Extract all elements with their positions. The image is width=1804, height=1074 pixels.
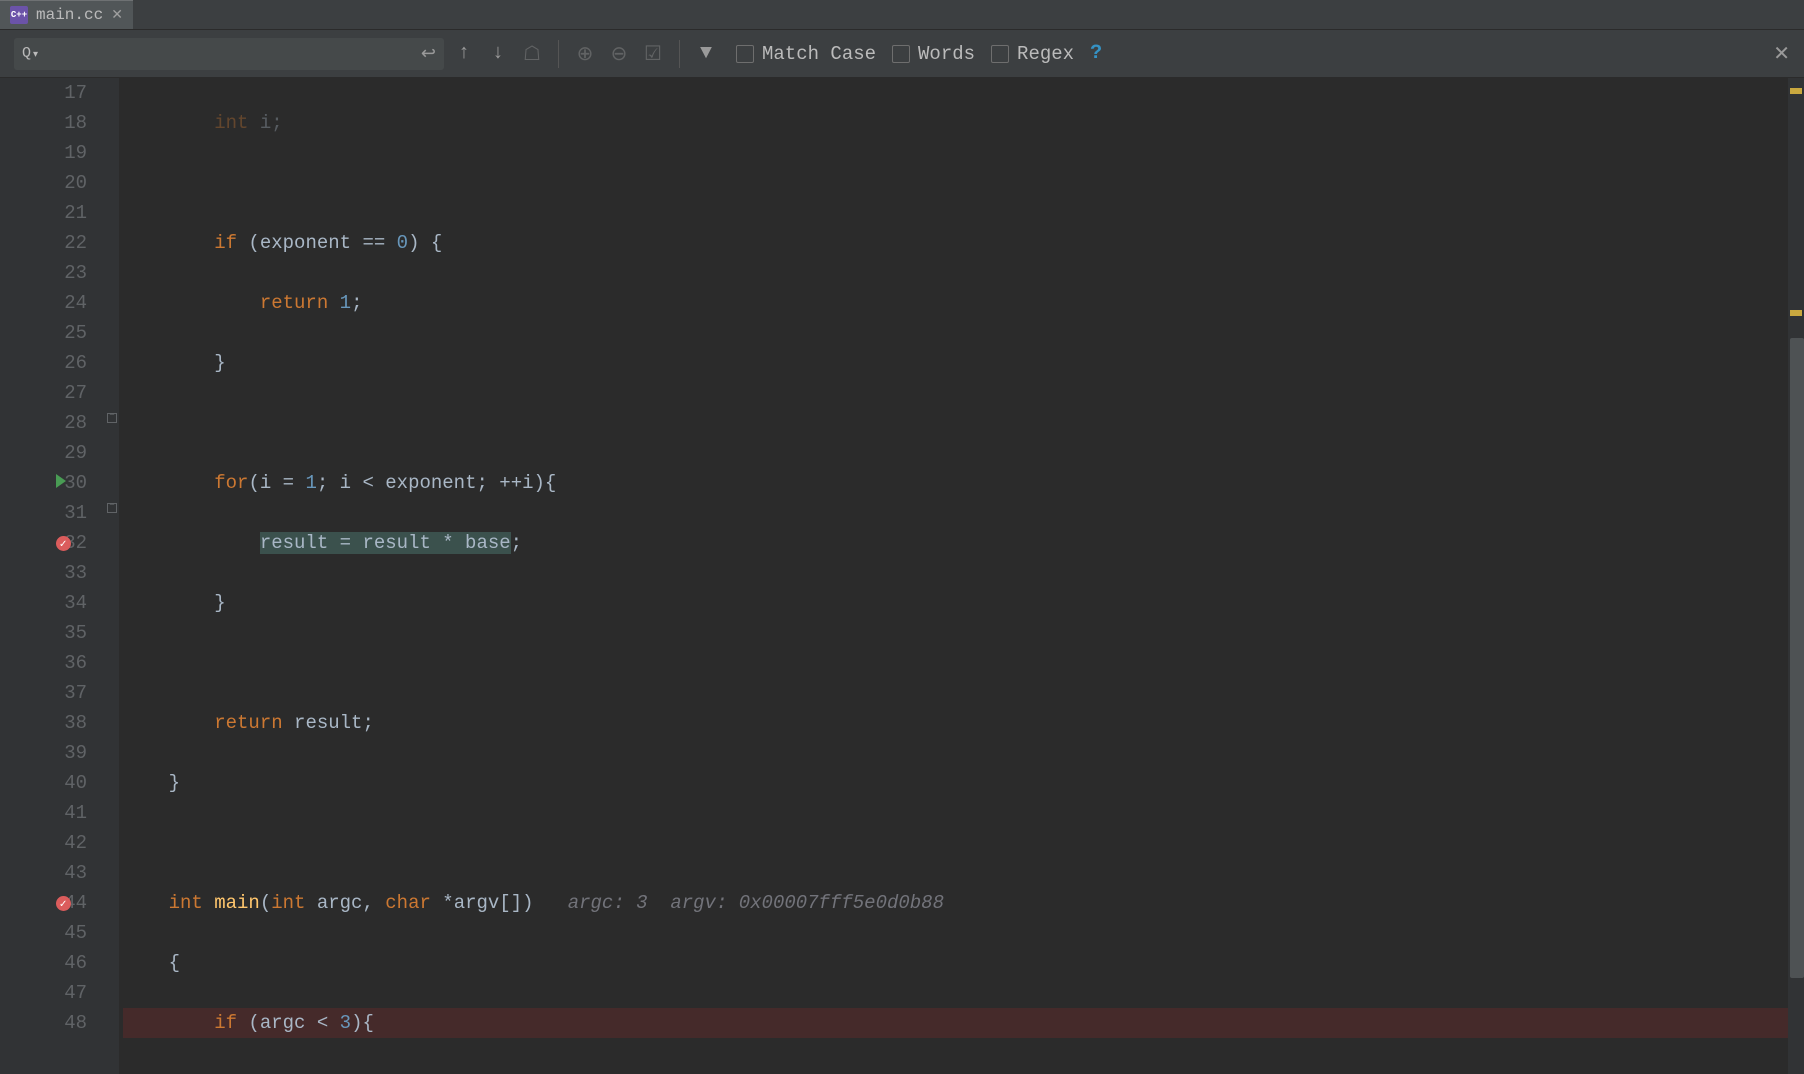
- regex-checkbox[interactable]: Regex: [991, 43, 1074, 65]
- line-number[interactable]: 21: [0, 198, 105, 228]
- line-number[interactable]: 47: [0, 978, 105, 1008]
- words-checkbox[interactable]: Words: [892, 43, 975, 65]
- code-line[interactable]: result = result * base;: [123, 528, 1804, 558]
- search-icon[interactable]: Q: [22, 45, 38, 62]
- match-case-label: Match Case: [762, 43, 876, 65]
- line-number[interactable]: 34: [0, 588, 105, 618]
- breakpoint-icon[interactable]: [56, 896, 71, 911]
- code-line[interactable]: [123, 408, 1804, 438]
- enter-icon: ↩: [421, 43, 436, 65]
- search-input[interactable]: [46, 45, 413, 63]
- remove-selection-button[interactable]: ⊖: [605, 40, 633, 68]
- line-number[interactable]: 42: [0, 828, 105, 858]
- line-number[interactable]: 23: [0, 258, 105, 288]
- prev-match-button[interactable]: ↑: [450, 40, 478, 68]
- line-number[interactable]: 48: [0, 1008, 105, 1038]
- line-number[interactable]: 30: [0, 468, 105, 498]
- help-icon[interactable]: ?: [1090, 42, 1102, 65]
- fold-column: [105, 78, 119, 1074]
- code-line[interactable]: [123, 168, 1804, 198]
- line-number[interactable]: 19: [0, 138, 105, 168]
- search-box[interactable]: Q ↩: [14, 38, 444, 70]
- code-line[interactable]: {: [123, 948, 1804, 978]
- line-number[interactable]: 26: [0, 348, 105, 378]
- line-number[interactable]: 31: [0, 498, 105, 528]
- fold-icon[interactable]: [107, 413, 117, 423]
- stripe-marker[interactable]: [1790, 88, 1802, 94]
- code-line[interactable]: }: [123, 348, 1804, 378]
- tab-close-icon[interactable]: ✕: [111, 7, 123, 24]
- code-line[interactable]: for(i = 1; i < exponent; ++i){: [123, 468, 1804, 498]
- add-selection-button[interactable]: ⊕: [571, 40, 599, 68]
- occurrences-button[interactable]: ☖: [518, 40, 546, 68]
- line-number[interactable]: 25: [0, 318, 105, 348]
- line-number[interactable]: 46: [0, 948, 105, 978]
- line-number[interactable]: 45: [0, 918, 105, 948]
- line-number[interactable]: 28: [0, 408, 105, 438]
- fold-icon[interactable]: [107, 503, 117, 513]
- line-number[interactable]: 38: [0, 708, 105, 738]
- code-line[interactable]: printf("Usage: %s base exponent \n", arg…: [123, 1068, 1804, 1074]
- line-number[interactable]: 35: [0, 618, 105, 648]
- code-line[interactable]: [123, 828, 1804, 858]
- line-number[interactable]: 29: [0, 438, 105, 468]
- line-number[interactable]: 40: [0, 768, 105, 798]
- close-find-button[interactable]: ✕: [1773, 41, 1790, 67]
- match-case-checkbox[interactable]: Match Case: [736, 43, 876, 65]
- code-line[interactable]: int main(int argc, char *argv[]) argc: 3…: [123, 888, 1804, 918]
- code-line[interactable]: if (exponent == 0) {: [123, 228, 1804, 258]
- line-number[interactable]: 32: [0, 528, 105, 558]
- editor: 17 18 19 20 21 22 23 24 25 26 27 28 29 3…: [0, 78, 1804, 1074]
- breakpoint-icon[interactable]: [56, 536, 71, 551]
- line-number[interactable]: 39: [0, 738, 105, 768]
- line-number[interactable]: 17: [0, 78, 105, 108]
- code-line[interactable]: if (argc < 3){: [123, 1008, 1804, 1038]
- select-all-button[interactable]: ☑: [639, 40, 667, 68]
- next-match-button[interactable]: ↓: [484, 40, 512, 68]
- line-number[interactable]: 27: [0, 378, 105, 408]
- error-stripe[interactable]: [1788, 78, 1804, 1074]
- code-line[interactable]: return 1;: [123, 288, 1804, 318]
- line-number[interactable]: 37: [0, 678, 105, 708]
- line-number[interactable]: 36: [0, 648, 105, 678]
- gutter[interactable]: 17 18 19 20 21 22 23 24 25 26 27 28 29 3…: [0, 78, 105, 1074]
- code-line[interactable]: return result;: [123, 708, 1804, 738]
- find-toolbar: Q ↩ ↑ ↓ ☖ ⊕ ⊖ ☑ ▼ Match Case Words Regex…: [0, 30, 1804, 78]
- line-number[interactable]: 24: [0, 288, 105, 318]
- line-number[interactable]: 44: [0, 888, 105, 918]
- code-line[interactable]: }: [123, 588, 1804, 618]
- code-area[interactable]: int i; if (exponent == 0) { return 1; } …: [119, 78, 1804, 1074]
- regex-label: Regex: [1017, 43, 1074, 65]
- line-number[interactable]: 22: [0, 228, 105, 258]
- words-label: Words: [918, 43, 975, 65]
- line-number[interactable]: 33: [0, 558, 105, 588]
- code-line[interactable]: }: [123, 768, 1804, 798]
- line-number[interactable]: 43: [0, 858, 105, 888]
- tab-main-cc[interactable]: main.cc ✕: [0, 0, 133, 29]
- line-number[interactable]: 20: [0, 168, 105, 198]
- run-gutter-icon[interactable]: [56, 474, 66, 488]
- line-number[interactable]: 18: [0, 108, 105, 138]
- line-number[interactable]: 41: [0, 798, 105, 828]
- filter-button[interactable]: ▼: [692, 40, 720, 68]
- stripe-marker[interactable]: [1790, 310, 1802, 316]
- code-line[interactable]: [123, 648, 1804, 678]
- divider: [679, 40, 680, 68]
- cpp-file-icon: [10, 6, 28, 24]
- tab-filename: main.cc: [36, 6, 103, 24]
- tab-bar: main.cc ✕: [0, 0, 1804, 30]
- divider: [558, 40, 559, 68]
- code-line[interactable]: int i;: [123, 108, 1804, 138]
- scrollbar-thumb[interactable]: [1790, 338, 1804, 978]
